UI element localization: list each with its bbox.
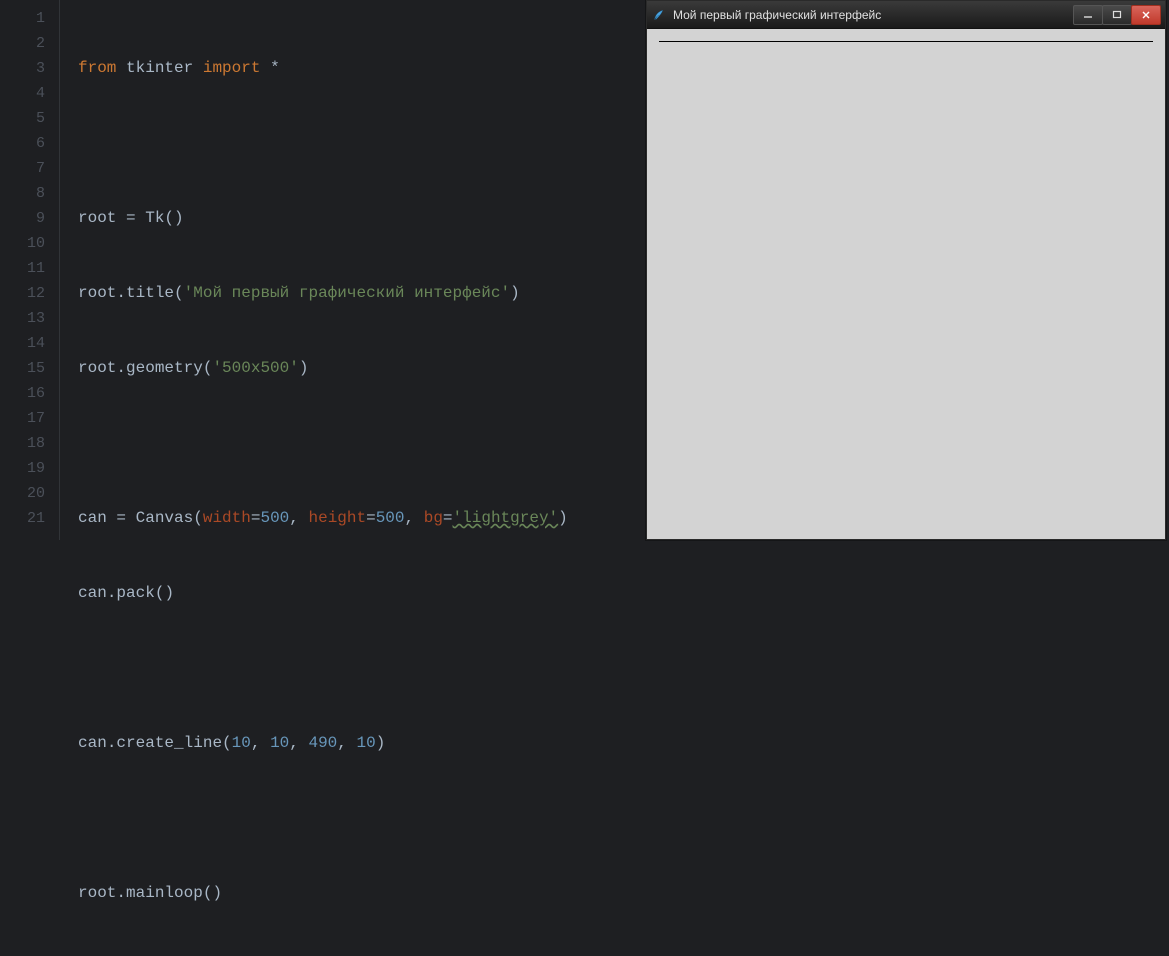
canvas-widget[interactable]	[649, 31, 1163, 537]
maximize-button[interactable]	[1102, 5, 1132, 25]
close-icon	[1141, 10, 1151, 20]
line-number: 7	[0, 156, 59, 181]
line-number: 11	[0, 256, 59, 281]
code-line: root.mainloop()	[78, 881, 568, 906]
line-number: 2	[0, 31, 59, 56]
code-line: can.pack()	[78, 581, 568, 606]
minimize-button[interactable]	[1073, 5, 1103, 25]
code-line	[78, 806, 568, 831]
code-line	[78, 431, 568, 456]
line-number: 5	[0, 106, 59, 131]
titlebar[interactable]: Мой первый графический интерфейс	[647, 1, 1165, 29]
line-number: 6	[0, 131, 59, 156]
window-title: Мой первый графический интерфейс	[669, 8, 1074, 22]
code-area[interactable]: from tkinter import * root = Tk() root.t…	[60, 0, 568, 540]
line-number: 20	[0, 481, 59, 506]
minimize-icon	[1083, 10, 1093, 20]
line-number: 13	[0, 306, 59, 331]
code-line: from tkinter import *	[78, 56, 568, 81]
line-number: 14	[0, 331, 59, 356]
code-line: root = Tk()	[78, 206, 568, 231]
line-number: 21	[0, 506, 59, 531]
close-button[interactable]	[1131, 5, 1161, 25]
code-line: can = Canvas(width=500, height=500, bg='…	[78, 506, 568, 531]
code-line	[78, 131, 568, 156]
line-number: 19	[0, 456, 59, 481]
maximize-icon	[1112, 10, 1122, 20]
window-buttons	[1074, 5, 1161, 25]
tkinter-window[interactable]: Мой первый графический интерфейс	[646, 0, 1166, 540]
line-number: 3	[0, 56, 59, 81]
code-line: can.create_line(10, 10, 490, 10)	[78, 731, 568, 756]
line-number: 9	[0, 206, 59, 231]
code-line	[78, 656, 568, 681]
line-number: 15	[0, 356, 59, 381]
line-number: 8	[0, 181, 59, 206]
line-number: 4	[0, 81, 59, 106]
line-number-gutter: 1 2 3 4 5 6 7 8 9 10 11 12 13 14 15 16 1…	[0, 0, 60, 540]
line-number: 1	[0, 6, 59, 31]
line-number: 17	[0, 406, 59, 431]
line-number: 10	[0, 231, 59, 256]
line-number: 12	[0, 281, 59, 306]
line-number: 16	[0, 381, 59, 406]
tk-feather-icon	[647, 8, 669, 22]
tk-client-area	[647, 29, 1165, 539]
code-line: root.title('Мой первый графический интер…	[78, 281, 568, 306]
code-line: root.geometry('500x500')	[78, 356, 568, 381]
canvas-drawn-line	[659, 41, 1153, 42]
line-number: 18	[0, 431, 59, 456]
